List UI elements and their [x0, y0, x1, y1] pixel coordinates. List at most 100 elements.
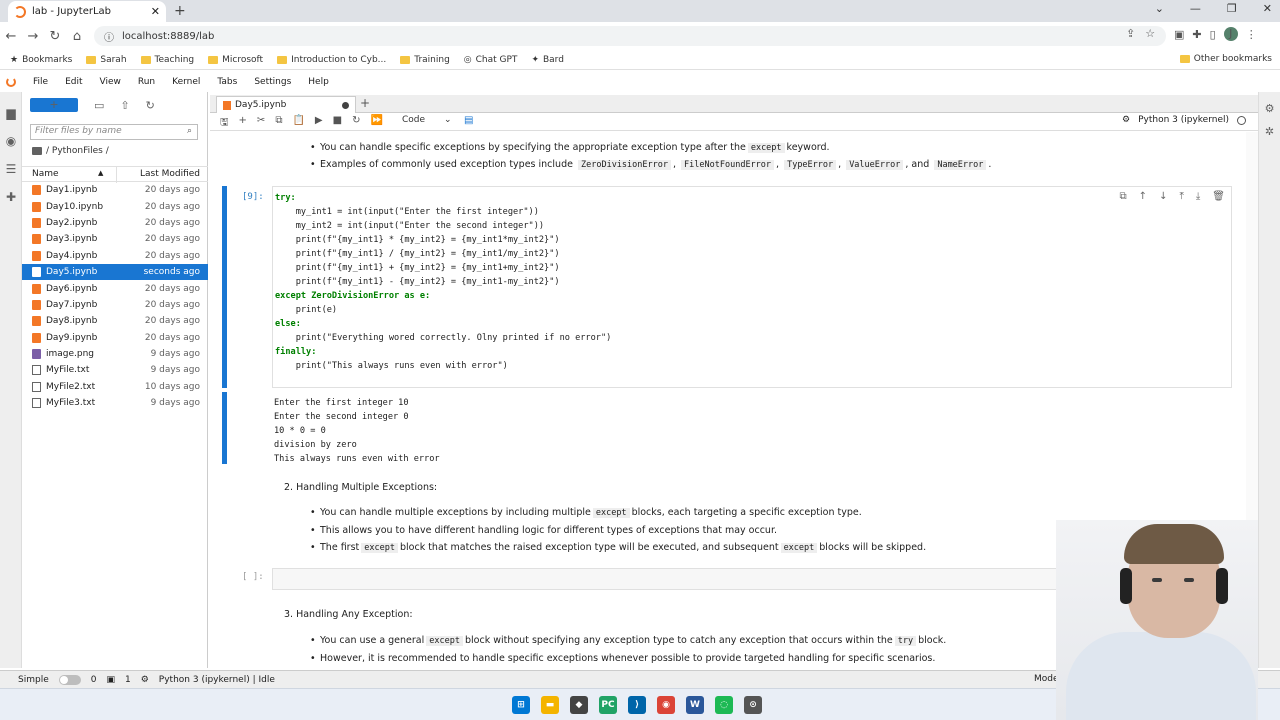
breadcrumb[interactable]: / PythonFiles / [32, 146, 109, 156]
file-row[interactable]: image.png 9 days ago [22, 346, 208, 362]
folder-icon[interactable]: ▆ [0, 106, 22, 120]
restore-icon[interactable]: ❐ [1227, 2, 1237, 15]
toc-icon[interactable]: ☰ [0, 162, 22, 176]
file-row[interactable]: Day9.ipynb 20 days ago [22, 330, 208, 346]
insert-below-icon[interactable]: ⤓ [1196, 191, 1200, 202]
menu-file[interactable]: File [33, 77, 48, 87]
property-inspector-icon[interactable]: ⚙ [1259, 102, 1280, 115]
simple-mode-toggle[interactable] [58, 674, 81, 685]
unsaved-dot-icon[interactable] [342, 101, 349, 109]
forward-icon[interactable]: → [22, 29, 44, 44]
other-bookmarks[interactable]: Other bookmarks [1179, 54, 1272, 64]
menu-run[interactable]: Run [138, 77, 155, 87]
bookmark-item[interactable]: Sarah [86, 55, 127, 65]
file-row[interactable]: Day6.ipynb 20 days ago [22, 280, 208, 296]
upload-icon[interactable]: ⇧ [120, 99, 129, 112]
sidepanel-icon[interactable]: ▯ [1210, 28, 1216, 41]
code-cell[interactable]: [9]: try: my_int1 = int(input("Enter the… [222, 186, 1232, 388]
output-collapser[interactable] [222, 392, 227, 464]
filter-files-input[interactable]: Filter files by name ⌕ [30, 124, 198, 140]
file-row[interactable]: MyFile.txt 9 days ago [22, 362, 208, 378]
star-icon[interactable]: ☆ [1145, 27, 1155, 40]
close-tab-icon[interactable]: ✕ [151, 5, 160, 18]
file-row[interactable]: Day10.ipynb 20 days ago [22, 198, 208, 214]
pycharm-icon[interactable]: PC [599, 696, 617, 714]
paste-icon[interactable]: 📋 [292, 115, 304, 132]
file-row[interactable]: Day5.ipynb seconds ago [22, 263, 208, 281]
file-row[interactable]: Day4.ipynb 20 days ago [22, 248, 208, 264]
move-down-icon[interactable]: ↓ [1159, 191, 1167, 202]
recorder-icon[interactable]: ⊙ [744, 696, 762, 714]
close-window-icon[interactable]: ✕ [1263, 2, 1272, 15]
stop-icon[interactable]: ■ [333, 115, 342, 132]
bookmark-item[interactable]: ✦ Bard [531, 55, 564, 65]
col-last-modified[interactable]: Last Modified [140, 169, 200, 179]
menu-settings[interactable]: Settings [254, 77, 291, 87]
home-icon[interactable]: ⌂ [66, 29, 88, 44]
duplicate-cell-icon[interactable]: ⧉ [1120, 191, 1127, 202]
cell-type-select[interactable]: Code ⌄ [402, 115, 454, 125]
file-row[interactable]: MyFile3.txt 9 days ago [22, 395, 208, 411]
extension-icon[interactable]: ✚ [0, 190, 22, 204]
menu-edit[interactable]: Edit [65, 77, 82, 87]
bookmark-item[interactable]: ★ Bookmarks [10, 55, 72, 65]
add-tab-icon[interactable]: + [360, 96, 370, 110]
windows-start-icon[interactable]: ⊞ [512, 696, 530, 714]
kernel-count[interactable]: 1 [125, 675, 131, 685]
file-row[interactable]: Day7.ipynb 20 days ago [22, 297, 208, 313]
code-editor[interactable]: try: my_int1 = int(input("Enter the firs… [272, 186, 1232, 388]
run-icon[interactable]: ▶ [315, 115, 323, 132]
delete-cell-icon[interactable]: 🗑 [1212, 191, 1225, 202]
url-field[interactable]: ⓘ localhost:8889/lab [94, 26, 1166, 46]
cell-collapser[interactable] [222, 186, 227, 388]
col-name[interactable]: Name [32, 169, 59, 179]
move-up-icon[interactable]: ↑ [1139, 191, 1147, 202]
file-row[interactable]: Day1.ipynb 20 days ago [22, 182, 208, 198]
add-cell-icon[interactable]: + [239, 115, 247, 132]
file-row[interactable]: MyFile2.txt 10 days ago [22, 379, 208, 395]
running-icon[interactable]: ◉ [0, 134, 22, 148]
fast-forward-icon[interactable]: ⏩ [370, 115, 382, 132]
notebook-tab[interactable]: Day5.ipynb [216, 96, 356, 113]
sync-icon[interactable]: ◌ [715, 696, 733, 714]
kernel-name[interactable]: Python 3 (ipykernel) [1138, 115, 1229, 125]
info-icon[interactable]: ⓘ [104, 29, 114, 44]
debugger-icon[interactable]: ✲ [1259, 125, 1280, 138]
word-icon[interactable]: W [686, 696, 704, 714]
file-row[interactable]: Day3.ipynb 20 days ago [22, 231, 208, 247]
menu-help[interactable]: Help [308, 77, 329, 87]
kernel-status[interactable]: Python 3 (ipykernel) | Idle [159, 675, 275, 685]
bookmark-item[interactable]: Microsoft [208, 55, 263, 65]
vscode-icon[interactable]: ⟩ [628, 696, 646, 714]
puzzle-icon[interactable]: ✚ [1192, 28, 1201, 41]
back-icon[interactable]: ← [0, 29, 22, 44]
insert-above-icon[interactable]: ⤒ [1179, 191, 1183, 202]
chevron-down-icon[interactable]: ⌄ [1155, 2, 1164, 15]
refresh-icon[interactable]: ↻ [146, 99, 155, 112]
new-folder-icon[interactable]: ▭ [94, 99, 104, 112]
unity-icon[interactable]: ◆ [570, 696, 588, 714]
new-tab-icon[interactable]: + [174, 3, 186, 19]
menu-tabs[interactable]: Tabs [217, 77, 237, 87]
share-icon[interactable]: ⇪ [1126, 27, 1135, 40]
bookmark-item[interactable]: Introduction to Cyb... [277, 55, 386, 65]
file-row[interactable]: Day8.ipynb 20 days ago [22, 313, 208, 329]
menu-dots-icon[interactable]: ⋮ [1246, 28, 1257, 41]
bookmark-item[interactable]: Training [400, 55, 450, 65]
restart-icon[interactable]: ↻ [352, 115, 360, 132]
save-icon[interactable]: 🖫 [220, 115, 229, 132]
extension-icon[interactable]: ▣ [1174, 28, 1184, 41]
browser-tab[interactable]: lab - JupyterLab ✕ [8, 1, 166, 22]
new-launcher-button[interactable]: + [30, 98, 78, 112]
bug-icon[interactable]: ⚙ [1122, 115, 1130, 125]
bookmark-item[interactable]: Teaching [140, 55, 194, 65]
menu-view[interactable]: View [100, 77, 121, 87]
menu-kernel[interactable]: Kernel [172, 77, 200, 87]
cut-icon[interactable]: ✂ [257, 115, 265, 132]
file-row[interactable]: Day2.ipynb 20 days ago [22, 215, 208, 231]
bookmark-item[interactable]: ◎ Chat GPT [464, 55, 518, 65]
profile-avatar[interactable]: J [1223, 27, 1238, 41]
file-explorer-icon[interactable]: ▬ [541, 696, 559, 714]
code-text[interactable]: try: my_int1 = int(input("Enter the firs… [275, 191, 611, 373]
chrome-icon[interactable]: ◉ [657, 696, 675, 714]
